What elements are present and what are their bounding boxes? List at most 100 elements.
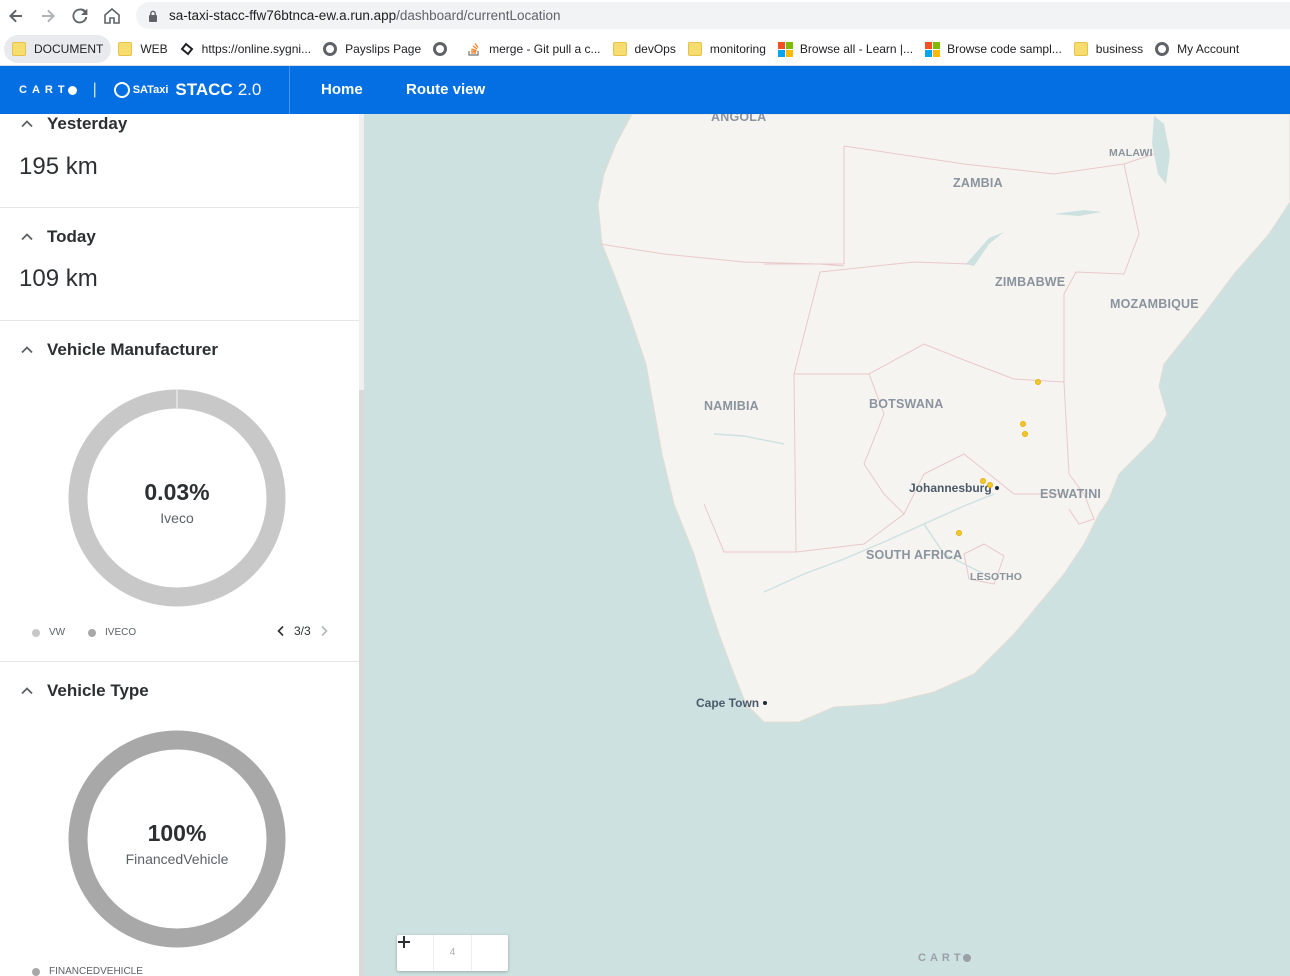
widget-header-yesterday[interactable]: Yesterday <box>20 114 127 134</box>
vehicle-marker[interactable] <box>1022 431 1028 437</box>
bookmark-web[interactable]: WEB <box>113 35 172 63</box>
bookmark-globe[interactable] <box>428 35 460 63</box>
carto-dot-icon <box>67 85 77 95</box>
legend-item-iveco[interactable]: IVECO <box>88 627 136 638</box>
bookmark-merge[interactable]: merge - Git pull a c... <box>462 35 605 63</box>
map-label-zimbabwe: ZIMBABWE <box>995 275 1066 289</box>
back-arrow-icon[interactable] <box>0 0 32 32</box>
browser-toolbar: sa-taxi-stacc-ffw76btnca-ew.a.run.app/da… <box>0 0 1290 32</box>
satax-ring-icon <box>113 82 130 98</box>
carto-dot-icon <box>962 954 971 962</box>
donut-percentage: 100% <box>147 820 207 846</box>
stackoverflow-icon <box>468 42 479 56</box>
forward-arrow-icon[interactable] <box>32 0 64 32</box>
legend-dot <box>32 967 40 976</box>
chevron-up-icon[interactable] <box>20 117 34 131</box>
app-title: STACC 2.0 <box>175 80 262 99</box>
legend-label: IVECO <box>105 627 137 638</box>
map-basemap[interactable] <box>364 114 1290 976</box>
chevron-up-icon[interactable] <box>20 343 34 357</box>
legend-item-vw[interactable]: VW <box>32 627 65 638</box>
satax-logo: SATaxi <box>113 82 168 98</box>
yesterday-distance: 195 km <box>19 153 98 180</box>
url-host: sa-taxi-stacc-ffw76btnca-ew.a.run.app <box>169 8 397 23</box>
address-bar[interactable]: sa-taxi-stacc-ffw76btnca-ew.a.run.app/da… <box>136 2 1290 29</box>
widget-yesterday: Yesterday 195 km <box>0 114 359 208</box>
site-icon <box>180 42 194 55</box>
app-header: CART | SATaxi STACC 2.0 Home Route view <box>0 66 1290 114</box>
plus-icon <box>398 936 410 948</box>
lock-icon <box>149 10 157 22</box>
bookmark-document[interactable]: DOCUMENT <box>4 34 112 63</box>
donut-label: Iveco <box>160 510 194 526</box>
widget-today: Today 109 km <box>0 208 359 321</box>
widget-title: Yesterday <box>47 114 128 133</box>
vehicle-marker[interactable] <box>1035 379 1041 385</box>
sidebar: Yesterday 195 km Today 109 km Vehicle Ma… <box>0 114 364 976</box>
folder-icon <box>1073 41 1088 56</box>
folder-icon <box>118 41 133 56</box>
today-distance: 109 km <box>19 265 98 292</box>
nav-route-view[interactable]: Route view <box>406 81 485 98</box>
folder-icon <box>687 41 702 56</box>
nav-home[interactable]: Home <box>321 81 363 98</box>
widget-header-manufacturer[interactable]: Vehicle Manufacturer <box>20 340 218 360</box>
bookmark-devops[interactable]: devOps <box>608 35 681 63</box>
globe-icon <box>433 41 448 56</box>
chevron-left-icon[interactable] <box>275 625 287 637</box>
landmass <box>597 114 1290 723</box>
donut-center-vehicle-type: 100% FinancedVehicle <box>68 820 286 867</box>
bookmark-sygnia[interactable]: https://online.sygni... <box>175 35 316 63</box>
pager-text: 3/3 <box>294 624 311 638</box>
vehicle-marker[interactable] <box>956 530 962 536</box>
bookmark-code-samples[interactable]: Browse code sampl... <box>920 35 1067 63</box>
bookmark-monitoring[interactable]: monitoring <box>683 35 771 63</box>
vehicle-marker[interactable] <box>980 478 986 484</box>
home-icon[interactable] <box>96 0 128 32</box>
map-label-south-africa: SOUTH AFRICA <box>866 548 963 562</box>
bookmark-my-account[interactable]: My Account <box>1150 35 1244 63</box>
map[interactable]: ANGOLA ZAMBIA MALAWI ZIMBABWE MOZAMBIQUE… <box>364 114 1290 976</box>
reload-icon[interactable] <box>64 0 96 32</box>
url-path: /dashboard/currentLocation <box>396 8 561 23</box>
map-label-zambia: ZAMBIA <box>953 176 1003 190</box>
chevron-up-icon[interactable] <box>20 684 34 698</box>
folder-icon <box>12 41 26 56</box>
widget-header-today[interactable]: Today <box>20 227 96 247</box>
city-dot-cape-town <box>763 701 767 705</box>
zoom-level: 4 <box>433 935 472 971</box>
widget-vehicle-type: Vehicle Type 100% FinancedVehicle FINANC… <box>0 662 359 976</box>
widget-title: Vehicle Type <box>47 681 149 700</box>
header-divider <box>289 66 290 114</box>
zoom-control: 4 <box>397 935 508 971</box>
widget-header-vehicle-type[interactable]: Vehicle Type <box>20 681 149 701</box>
map-label-lesotho: LESOTHO <box>970 571 1023 583</box>
map-label-eswatini: ESWATINI <box>1040 487 1102 501</box>
map-label-malawi: MALAWI <box>1109 147 1153 159</box>
widget-vehicle-manufacturer: Vehicle Manufacturer 0.03% Iveco VW IVEC… <box>0 321 359 662</box>
chevron-right-icon[interactable] <box>318 625 330 637</box>
folder-icon <box>612 41 627 56</box>
legend-item-financed-vehicle[interactable]: FINANCEDVEHICLE <box>32 966 143 976</box>
chevron-up-icon[interactable] <box>20 230 34 244</box>
zoom-in-button[interactable] <box>398 935 508 971</box>
map-label-angola: ANGOLA <box>711 114 767 124</box>
bookmark-browse-all[interactable]: Browse all - Learn |... <box>773 35 918 63</box>
legend-pager: 3/3 <box>275 624 330 638</box>
legend-label: FINANCEDVEHICLE <box>49 966 143 976</box>
legend-dot <box>88 628 96 637</box>
widget-title: Vehicle Manufacturer <box>47 340 219 359</box>
bookmark-business[interactable]: business <box>1069 35 1148 63</box>
legend-label: VW <box>49 627 66 638</box>
legend-dot <box>32 628 40 637</box>
vehicle-marker[interactable] <box>1020 421 1026 427</box>
bookmark-payslips[interactable]: Payslips Page <box>318 35 426 63</box>
map-city-cape-town[interactable]: Cape Town <box>696 696 759 710</box>
map-city-johannesburg[interactable]: Johannesburg <box>909 481 992 495</box>
vehicle-marker[interactable] <box>987 482 993 488</box>
map-label-namibia: NAMIBIA <box>704 399 759 413</box>
microsoft-icon <box>925 41 941 57</box>
carto-attribution[interactable]: CART <box>918 952 971 964</box>
globe-icon <box>323 41 338 56</box>
bookmarks-bar: DOCUMENT WEB https://online.sygni... Pay… <box>0 32 1290 66</box>
